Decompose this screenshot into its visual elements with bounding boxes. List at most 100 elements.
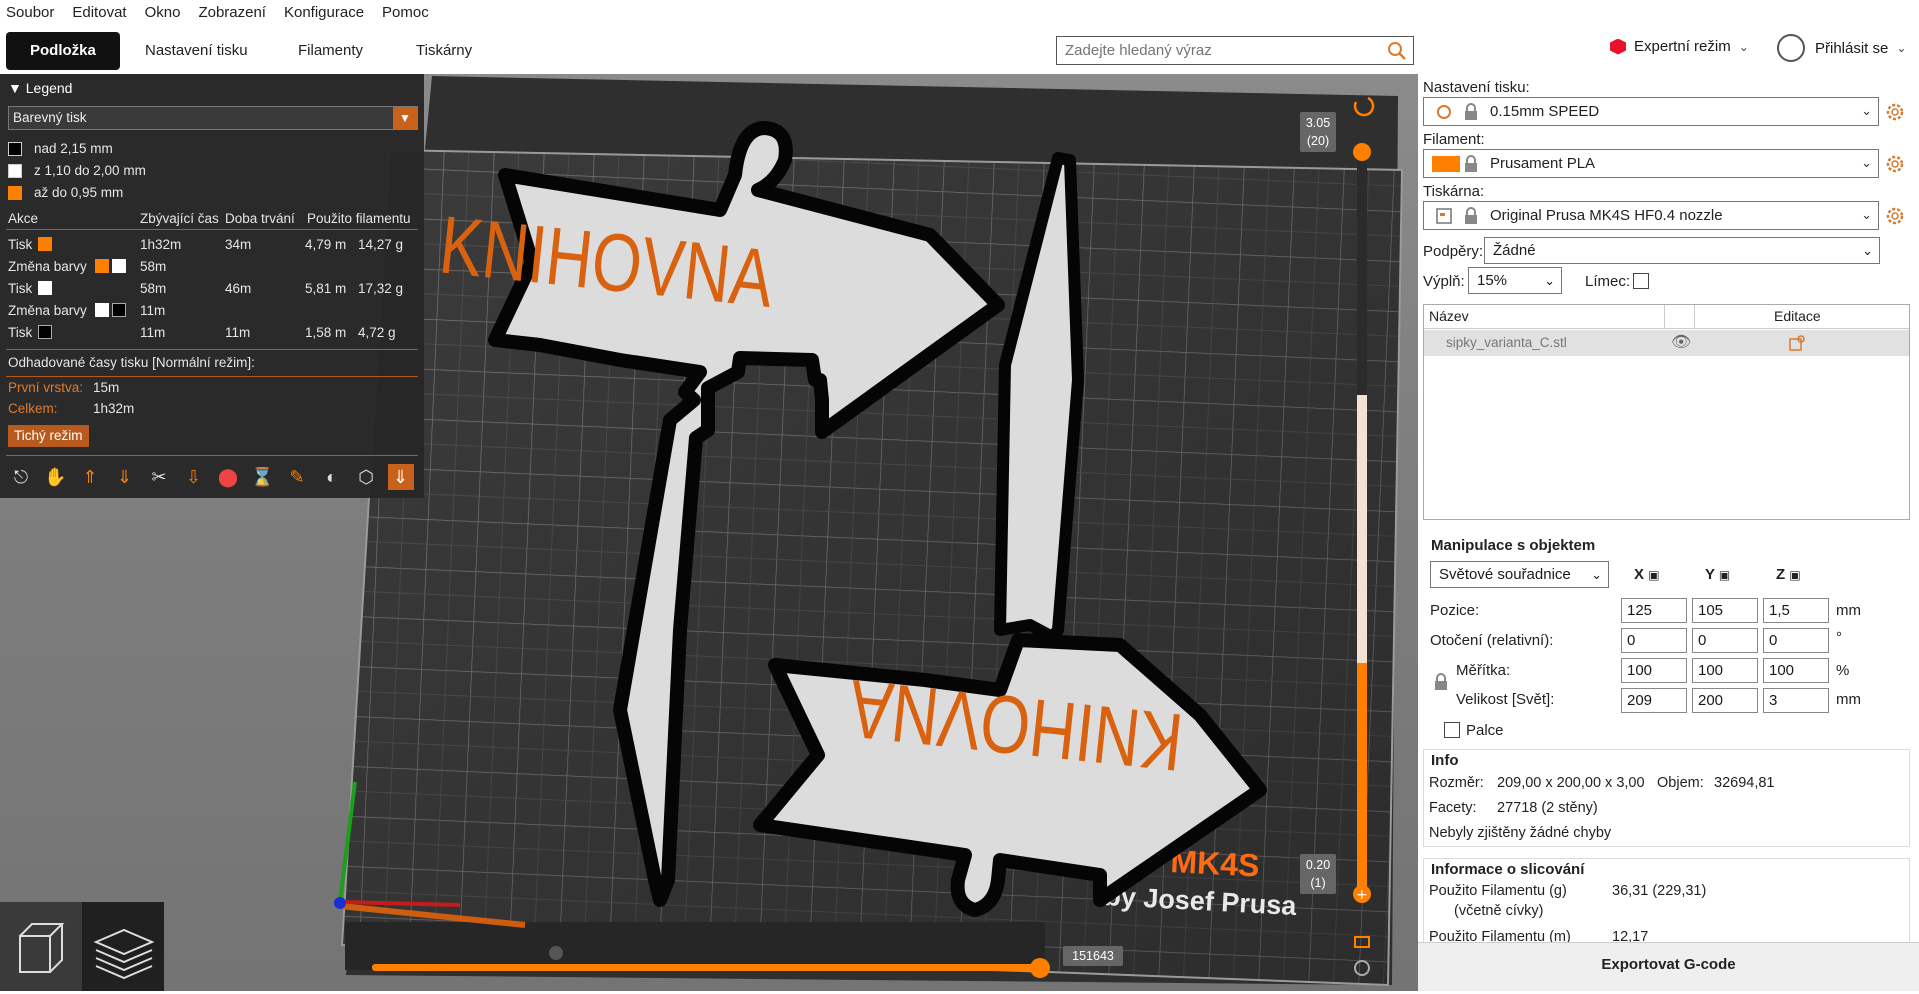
move-slider-track[interactable] <box>372 964 1042 971</box>
travel-icon[interactable]: ⎋ <box>8 464 34 490</box>
filament-value: Prusament PLA <box>1490 155 1596 172</box>
coordinate-system-select[interactable]: Světové souřadnice ⌄ <box>1430 561 1609 588</box>
drop-to-bed-icon[interactable]: ▣ <box>1789 568 1800 582</box>
lock-icon[interactable] <box>1434 673 1448 691</box>
center-of-gravity-icon[interactable]: ◐ <box>319 464 345 490</box>
preview-button[interactable] <box>82 902 164 991</box>
menu-configuration[interactable]: Konfigurace <box>284 4 364 21</box>
scale-y-input[interactable]: 100 <box>1692 658 1758 683</box>
inches-label: Palce <box>1466 722 1504 739</box>
brim-checkbox[interactable] <box>1633 273 1649 289</box>
coordinate-system-value: Světové souřadnice <box>1439 566 1571 583</box>
3d-view-button[interactable] <box>0 902 82 991</box>
menu-window[interactable]: Okno <box>145 4 181 21</box>
wipe-icon[interactable]: ✋ <box>43 464 69 490</box>
seams-icon[interactable]: ✂ <box>146 464 172 490</box>
quiet-mode-button[interactable]: Tichý režim <box>8 425 89 447</box>
tool-changes-icon[interactable]: ⇩ <box>181 464 207 490</box>
row-remaining: 58m <box>140 259 167 274</box>
size-x-input[interactable]: 209 <box>1621 688 1687 713</box>
drop-to-bed-icon[interactable]: ▣ <box>1648 568 1659 582</box>
filament-select[interactable]: Prusament PLA ⌄ <box>1423 149 1879 178</box>
tool-marker-icon[interactable]: ⇓ <box>387 464 414 490</box>
total-label: Celkem: <box>8 401 58 416</box>
row-remaining: 58m <box>140 281 167 296</box>
tab-printers[interactable]: Tiskárny <box>392 32 496 70</box>
total-time: 1h32m <box>93 401 135 416</box>
position-z-input[interactable]: 1,5 <box>1763 598 1829 623</box>
pause-prints-icon[interactable]: ⌛ <box>250 464 276 490</box>
deretractions-icon[interactable]: ⇓ <box>112 464 138 490</box>
scale-x-input[interactable]: 100 <box>1621 658 1687 683</box>
export-gcode-button[interactable]: Exportovat G-code <box>1418 942 1919 991</box>
manipulation-title: Manipulace s objektem <box>1431 537 1596 554</box>
size-info-label: Rozměr: <box>1429 775 1484 791</box>
supports-value: Žádné <box>1493 242 1536 259</box>
rotation-y-input[interactable]: 0 <box>1692 628 1758 653</box>
legend-header[interactable]: ▼ Legend <box>8 80 72 96</box>
object-list-header: Název Editace <box>1424 305 1909 329</box>
chevron-down-icon: ⌄ <box>1862 243 1873 258</box>
tab-filaments[interactable]: Filamenty <box>274 32 387 70</box>
supports-select[interactable]: Žádné ⌄ <box>1484 237 1880 264</box>
printer-gear-icon[interactable] <box>1885 206 1905 226</box>
axis-x-label: X ▣ <box>1634 566 1660 583</box>
size-z-input[interactable]: 3 <box>1763 688 1829 713</box>
color-swatch <box>38 325 52 339</box>
menu-help[interactable]: Pomoc <box>382 4 429 21</box>
menu-bar: Soubor Editovat Okno Zobrazení Konfigura… <box>0 0 1919 24</box>
move-slider-handle[interactable] <box>1030 958 1050 978</box>
object-name: sipky_varianta_C.stl <box>1446 335 1567 350</box>
col-edit: Editace <box>1774 308 1821 324</box>
row-duration: 46m <box>225 281 252 296</box>
search-icon[interactable] <box>1387 41 1407 61</box>
position-y-input[interactable]: 105 <box>1692 598 1758 623</box>
infill-select[interactable]: 15% ⌄ <box>1468 267 1562 294</box>
filament-gear-icon[interactable] <box>1885 154 1905 174</box>
tab-print-settings[interactable]: Nastavení tisku <box>121 32 272 70</box>
retractions-icon[interactable]: ⇑ <box>77 464 103 490</box>
rotation-z-input[interactable]: 0 <box>1763 628 1829 653</box>
inches-checkbox[interactable] <box>1444 722 1460 738</box>
rotation-x-input[interactable]: 0 <box>1621 628 1687 653</box>
first-layer-label: První vrstva: <box>8 380 84 395</box>
scale-label: Měřítka: <box>1456 662 1511 679</box>
color-swatch <box>112 259 126 273</box>
layers-icon <box>93 928 155 980</box>
size-y-input[interactable]: 200 <box>1692 688 1758 713</box>
print-settings-gear-icon[interactable] <box>1885 102 1905 122</box>
errors-status: Nebyly zjištěny žádné chyby <box>1429 825 1612 841</box>
range-label: nad 2,15 mm <box>34 141 113 156</box>
layer-slider-top-handle[interactable] <box>1353 143 1371 161</box>
mode-selector[interactable]: Expertní režim ⌄ <box>1610 38 1749 55</box>
login-button[interactable]: Přihlásit se ⌄ <box>1777 34 1906 62</box>
search-input[interactable] <box>1065 37 1365 64</box>
scale-z-input[interactable]: 100 <box>1763 658 1829 683</box>
drop-to-bed-icon[interactable]: ▣ <box>1719 568 1730 582</box>
menu-edit[interactable]: Editovat <box>72 4 126 21</box>
axis-y-text: Y <box>1705 566 1715 583</box>
menu-file[interactable]: Soubor <box>6 4 54 21</box>
user-icon <box>1777 34 1805 62</box>
chevron-down-icon: ⌄ <box>1544 273 1555 288</box>
custom-gcode-icon[interactable]: ✎ <box>284 464 310 490</box>
filament-label: Filament: <box>1423 131 1485 148</box>
print-settings-select[interactable]: 0.15mm SPEED ⌄ <box>1423 97 1879 126</box>
view-type-value: Barevný tisk <box>13 110 87 125</box>
color-changes-icon[interactable]: ⬤ <box>215 464 241 490</box>
shells-icon[interactable]: ⬡ <box>353 464 379 490</box>
eye-icon[interactable]: 👁 <box>1671 332 1691 352</box>
color-swatch <box>38 281 52 295</box>
object-row[interactable]: sipky_varianta_C.stl 👁 <box>1424 330 1909 356</box>
position-x-input[interactable]: 125 <box>1621 598 1687 623</box>
row-weight: 4,72 g <box>358 325 396 340</box>
move-slider-marker <box>549 946 563 960</box>
volume-label: Objem: <box>1657 775 1704 791</box>
tab-plater[interactable]: Podložka <box>6 32 120 70</box>
printer-select[interactable]: Original Prusa MK4S HF0.4 nozzle ⌄ <box>1423 201 1879 230</box>
filament-color-swatch[interactable] <box>1432 156 1460 172</box>
chevron-down-icon: ⌄ <box>1591 567 1602 582</box>
view-type-select[interactable]: Barevný tisk ▼ <box>8 106 418 130</box>
edit-icon[interactable] <box>1789 335 1805 351</box>
menu-view[interactable]: Zobrazení <box>198 4 266 21</box>
